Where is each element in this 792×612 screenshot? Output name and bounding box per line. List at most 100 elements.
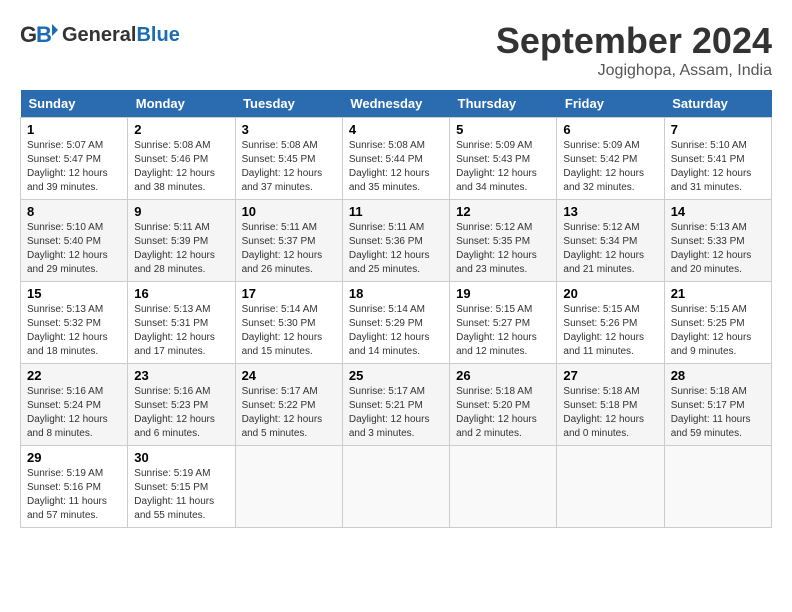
day-number: 5: [456, 122, 550, 137]
calendar-cell: 2 Sunrise: 5:08 AM Sunset: 5:46 PM Daylig…: [128, 118, 235, 200]
day-number: 19: [456, 286, 550, 301]
svg-text:B: B: [36, 22, 52, 47]
day-number: 12: [456, 204, 550, 219]
calendar-cell: 25 Sunrise: 5:17 AM Sunset: 5:21 PM Dayli…: [342, 364, 449, 446]
day-number: 6: [563, 122, 657, 137]
calendar-cell: 4 Sunrise: 5:08 AM Sunset: 5:44 PM Daylig…: [342, 118, 449, 200]
day-number: 1: [27, 122, 121, 137]
logo-blue-text: Blue: [136, 24, 179, 46]
day-number: 17: [242, 286, 336, 301]
day-number: 26: [456, 368, 550, 383]
calendar-cell: 23 Sunrise: 5:16 AM Sunset: 5:23 PM Dayli…: [128, 364, 235, 446]
calendar-cell: 12 Sunrise: 5:12 AM Sunset: 5:35 PM Dayli…: [450, 200, 557, 282]
day-number: 16: [134, 286, 228, 301]
calendar-cell: 13 Sunrise: 5:12 AM Sunset: 5:34 PM Dayli…: [557, 200, 664, 282]
calendar-cell: 10Sunrise: 5:11 AM Sunset: 5:37 PM Dayli…: [235, 200, 342, 282]
weekday-header-friday: Friday: [557, 90, 664, 118]
day-info: Sunrise: 5:09 AM Sunset: 5:42 PM Dayligh…: [563, 139, 657, 195]
logo-general: General: [62, 24, 136, 46]
day-info: Sunrise: 5:17 AM Sunset: 5:21 PM Dayligh…: [349, 385, 443, 441]
calendar-cell: 6 Sunrise: 5:09 AM Sunset: 5:42 PM Daylig…: [557, 118, 664, 200]
day-number: 2: [134, 122, 228, 137]
calendar-cell: 29Sunrise: 5:19 AM Sunset: 5:16 PM Dayli…: [21, 446, 128, 528]
day-info: Sunrise: 5:18 AM Sunset: 5:18 PM Dayligh…: [563, 385, 657, 441]
weekday-header-sunday: Sunday: [21, 90, 128, 118]
calendar-cell: [664, 446, 771, 528]
day-info: Sunrise: 5:08 AM Sunset: 5:44 PM Dayligh…: [349, 139, 443, 195]
day-info: Sunrise: 5:13 AM Sunset: 5:31 PM Dayligh…: [134, 303, 228, 359]
day-info: Sunrise: 5:15 AM Sunset: 5:25 PM Dayligh…: [671, 303, 765, 359]
day-info: Sunrise: 5:08 AM Sunset: 5:45 PM Dayligh…: [242, 139, 336, 195]
day-number: 23: [134, 368, 228, 383]
day-info: Sunrise: 5:14 AM Sunset: 5:29 PM Dayligh…: [349, 303, 443, 359]
day-info: Sunrise: 5:10 AM Sunset: 5:41 PM Dayligh…: [671, 139, 765, 195]
day-number: 18: [349, 286, 443, 301]
weekday-header-tuesday: Tuesday: [235, 90, 342, 118]
day-number: 4: [349, 122, 443, 137]
calendar-cell: [235, 446, 342, 528]
day-info: Sunrise: 5:12 AM Sunset: 5:34 PM Dayligh…: [563, 221, 657, 277]
svg-text:G: G: [20, 22, 37, 47]
calendar-cell: 21 Sunrise: 5:15 AM Sunset: 5:25 PM Dayli…: [664, 282, 771, 364]
day-info: Sunrise: 5:11 AM Sunset: 5:39 PM Dayligh…: [134, 221, 228, 277]
calendar-cell: 3 Sunrise: 5:08 AM Sunset: 5:45 PM Daylig…: [235, 118, 342, 200]
logo: G B GeneralBlue: [20, 20, 180, 50]
calendar-cell: 26 Sunrise: 5:18 AM Sunset: 5:20 PM Dayli…: [450, 364, 557, 446]
calendar-cell: 22 Sunrise: 5:16 AM Sunset: 5:24 PM Dayli…: [21, 364, 128, 446]
day-number: 24: [242, 368, 336, 383]
day-info: Sunrise: 5:16 AM Sunset: 5:23 PM Dayligh…: [134, 385, 228, 441]
calendar-cell: 9 Sunrise: 5:11 AM Sunset: 5:39 PM Daylig…: [128, 200, 235, 282]
day-number: 15: [27, 286, 121, 301]
calendar-cell: 11Sunrise: 5:11 AM Sunset: 5:36 PM Dayli…: [342, 200, 449, 282]
calendar-cell: 24 Sunrise: 5:17 AM Sunset: 5:22 PM Dayli…: [235, 364, 342, 446]
calendar-cell: 19 Sunrise: 5:15 AM Sunset: 5:27 PM Dayli…: [450, 282, 557, 364]
day-info: Sunrise: 5:11 AM Sunset: 5:36 PM Dayligh…: [349, 221, 443, 277]
calendar-cell: [342, 446, 449, 528]
day-number: 28: [671, 368, 765, 383]
day-info: Sunrise: 5:17 AM Sunset: 5:22 PM Dayligh…: [242, 385, 336, 441]
day-info: Sunrise: 5:13 AM Sunset: 5:32 PM Dayligh…: [27, 303, 121, 359]
day-info: Sunrise: 5:18 AM Sunset: 5:17 PM Dayligh…: [671, 385, 765, 441]
day-info: Sunrise: 5:10 AM Sunset: 5:40 PM Dayligh…: [27, 221, 121, 277]
day-info: Sunrise: 5:08 AM Sunset: 5:46 PM Dayligh…: [134, 139, 228, 195]
day-number: 7: [671, 122, 765, 137]
day-info: Sunrise: 5:19 AM Sunset: 5:15 PM Dayligh…: [134, 467, 228, 523]
calendar-cell: 30 Sunrise: 5:19 AM Sunset: 5:15 PM Dayli…: [128, 446, 235, 528]
weekday-header-thursday: Thursday: [450, 90, 557, 118]
day-number: 9: [134, 204, 228, 219]
calendar-cell: 1 Sunrise: 5:07 AM Sunset: 5:47 PM Daylig…: [21, 118, 128, 200]
calendar-table: SundayMondayTuesdayWednesdayThursdayFrid…: [20, 90, 772, 528]
day-info: Sunrise: 5:07 AM Sunset: 5:47 PM Dayligh…: [27, 139, 121, 195]
calendar-cell: 20Sunrise: 5:15 AM Sunset: 5:26 PM Dayli…: [557, 282, 664, 364]
day-number: 13: [563, 204, 657, 219]
location: Jogighopa, Assam, India: [496, 62, 772, 80]
title-area: September 2024 Jogighopa, Assam, India: [496, 20, 772, 80]
day-info: Sunrise: 5:16 AM Sunset: 5:24 PM Dayligh…: [27, 385, 121, 441]
calendar-cell: 17Sunrise: 5:14 AM Sunset: 5:30 PM Dayli…: [235, 282, 342, 364]
weekday-header-monday: Monday: [128, 90, 235, 118]
calendar-cell: 14 Sunrise: 5:13 AM Sunset: 5:33 PM Dayli…: [664, 200, 771, 282]
day-number: 3: [242, 122, 336, 137]
day-number: 25: [349, 368, 443, 383]
day-number: 30: [134, 450, 228, 465]
day-info: Sunrise: 5:12 AM Sunset: 5:35 PM Dayligh…: [456, 221, 550, 277]
day-number: 14: [671, 204, 765, 219]
day-info: Sunrise: 5:13 AM Sunset: 5:33 PM Dayligh…: [671, 221, 765, 277]
calendar-cell: 15 Sunrise: 5:13 AM Sunset: 5:32 PM Dayli…: [21, 282, 128, 364]
calendar-cell: 27 Sunrise: 5:18 AM Sunset: 5:18 PM Dayli…: [557, 364, 664, 446]
calendar-cell: 8 Sunrise: 5:10 AM Sunset: 5:40 PM Daylig…: [21, 200, 128, 282]
logo-icon: G B: [20, 20, 58, 50]
calendar-cell: 7 Sunrise: 5:10 AM Sunset: 5:41 PM Daylig…: [664, 118, 771, 200]
day-info: Sunrise: 5:15 AM Sunset: 5:27 PM Dayligh…: [456, 303, 550, 359]
day-number: 21: [671, 286, 765, 301]
day-number: 22: [27, 368, 121, 383]
calendar-cell: 16 Sunrise: 5:13 AM Sunset: 5:31 PM Dayli…: [128, 282, 235, 364]
weekday-header-wednesday: Wednesday: [342, 90, 449, 118]
calendar-cell: 5Sunrise: 5:09 AM Sunset: 5:43 PM Daylig…: [450, 118, 557, 200]
calendar-cell: [450, 446, 557, 528]
day-info: Sunrise: 5:18 AM Sunset: 5:20 PM Dayligh…: [456, 385, 550, 441]
calendar-cell: [557, 446, 664, 528]
day-number: 8: [27, 204, 121, 219]
day-number: 20: [563, 286, 657, 301]
day-number: 27: [563, 368, 657, 383]
